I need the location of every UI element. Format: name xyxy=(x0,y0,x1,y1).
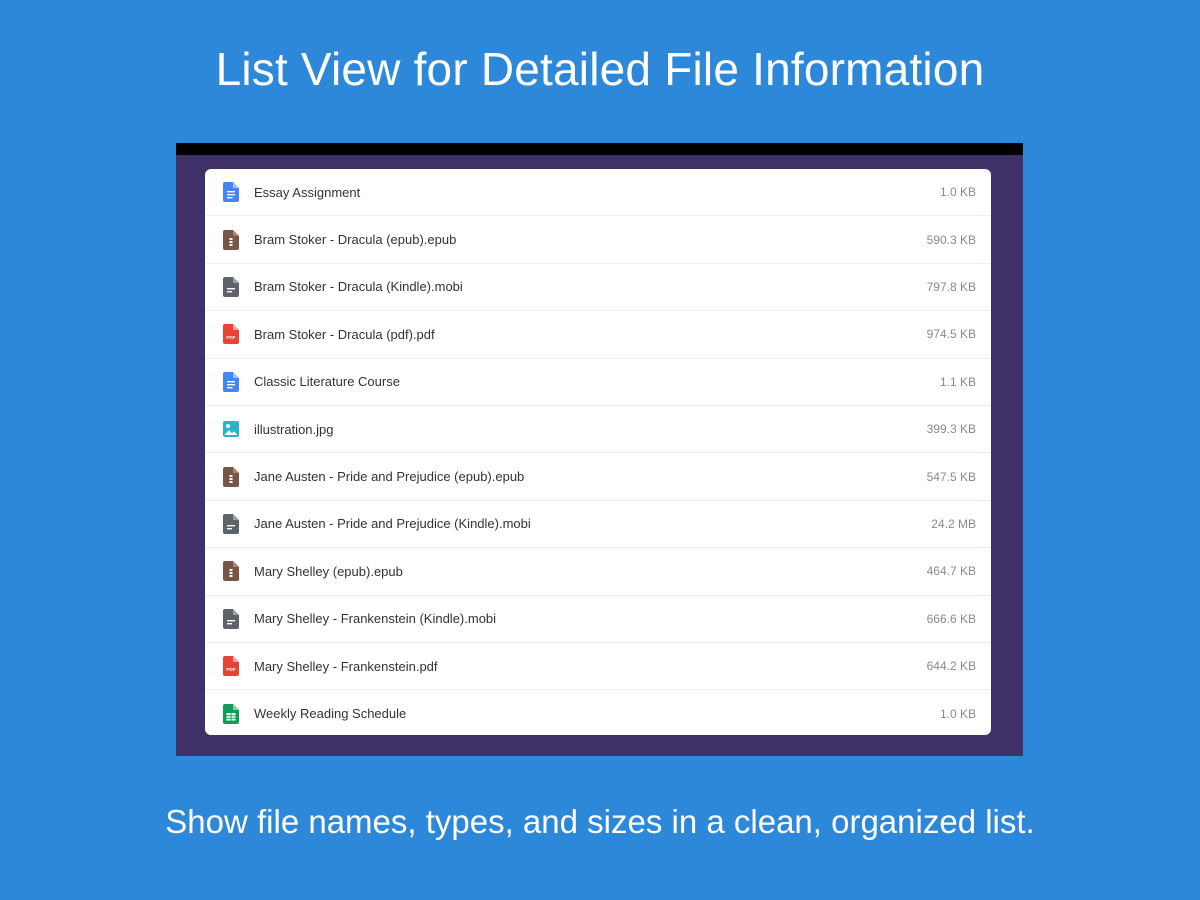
pdf-icon: PDF xyxy=(223,656,239,677)
file-name: Essay Assignment xyxy=(254,184,361,200)
pdf-icon: PDF xyxy=(223,324,239,345)
spreadsheet-icon xyxy=(223,703,239,724)
file-name: Mary Shelley (epub).epub xyxy=(254,563,403,579)
file-size: 590.3 KB xyxy=(926,232,976,247)
svg-text:PDF: PDF xyxy=(226,335,235,340)
file-size: 666.6 KB xyxy=(926,611,976,626)
file-size: 974.5 KB xyxy=(926,327,976,342)
file-size: 24.2 MB xyxy=(931,516,976,531)
file-row[interactable]: PDF Mary Shelley - Frankenstein.pdf 644.2 … xyxy=(205,643,991,691)
app-window: Essay Assignment 1.0 KB Bram Stoker - Drac… xyxy=(176,143,1023,756)
file-row[interactable]: Classic Literature Course 1.1 KB xyxy=(205,359,991,406)
file-row[interactable]: Bram Stoker - Dracula (Kindle).mobi 797.8… xyxy=(205,264,991,312)
page-caption: Show file names, types, and sizes in a c… xyxy=(165,803,1035,840)
file-list: Essay Assignment 1.0 KB Bram Stoker - Drac… xyxy=(205,169,991,735)
file-size: 464.7 KB xyxy=(926,564,976,579)
file-row[interactable]: Essay Assignment 1.0 KB xyxy=(205,169,991,217)
file-size: 1.0 KB xyxy=(939,185,976,200)
file-name: Mary Shelley - Frankenstein.pdf xyxy=(254,658,438,674)
epub-icon xyxy=(223,229,239,250)
file-size: 644.2 KB xyxy=(926,659,976,674)
file-row[interactable]: Mary Shelley - Frankenstein (Kindle).mob… xyxy=(205,596,991,643)
file-size: 797.8 KB xyxy=(926,279,976,294)
file-name: Mary Shelley - Frankenstein (Kindle).mob… xyxy=(254,611,497,627)
file-row[interactable]: Jane Austen - Pride and Prejudice (epub)… xyxy=(205,453,991,501)
file-name: Jane Austen - Pride and Prejudice (Kindl… xyxy=(254,516,531,532)
file-row[interactable]: Jane Austen - Pride and Prejudice (Kindl… xyxy=(205,501,991,549)
file-row[interactable]: Weekly Reading Schedule 1.0 KB xyxy=(205,690,991,735)
file-name: Weekly Reading Schedule xyxy=(254,706,407,722)
file-name: Bram Stoker - Dracula (epub).epub xyxy=(254,232,457,248)
file-size: 1.0 KB xyxy=(939,706,976,721)
file-name: Bram Stoker - Dracula (Kindle).mobi xyxy=(254,279,463,295)
file-row[interactable]: PDF Bram Stoker - Dracula (pdf).pdf 974.5 … xyxy=(205,311,991,359)
file-row[interactable]: Bram Stoker - Dracula (epub).epub 590.3 K… xyxy=(205,216,991,264)
file-name: Jane Austen - Pride and Prejudice (epub)… xyxy=(254,469,525,485)
file-name: Bram Stoker - Dracula (pdf).pdf xyxy=(254,326,435,342)
image-icon xyxy=(223,419,239,439)
mobi-icon xyxy=(223,513,239,534)
page-title: List View for Detailed File Information xyxy=(215,43,985,95)
mobi-icon xyxy=(223,276,239,297)
file-row[interactable]: Mary Shelley (epub).epub 464.7 KB xyxy=(205,548,991,596)
file-name: illustration.jpg xyxy=(254,421,334,437)
file-size: 399.3 KB xyxy=(926,422,976,437)
epub-icon xyxy=(223,466,239,487)
file-row[interactable]: illustration.jpg 399.3 KB xyxy=(205,406,991,454)
epub-icon xyxy=(223,561,239,582)
doc-icon xyxy=(223,371,239,392)
promo-page: List View for Detailed File Information … xyxy=(0,0,1200,900)
mobi-icon xyxy=(223,608,239,629)
file-size: 1.1 KB xyxy=(939,374,976,389)
doc-icon xyxy=(223,182,239,203)
svg-text:PDF: PDF xyxy=(226,667,235,672)
file-size: 547.5 KB xyxy=(926,469,976,484)
file-name: Classic Literature Course xyxy=(254,374,400,390)
